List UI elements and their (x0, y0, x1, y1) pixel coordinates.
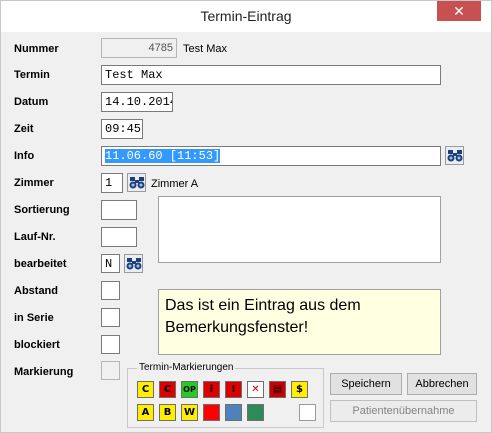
bearbeitet-search-button[interactable] (124, 254, 143, 273)
termin-input[interactable]: Test Max (101, 65, 441, 85)
zeit-input[interactable]: 09:45 (101, 119, 143, 139)
laufnr-input[interactable] (101, 227, 137, 247)
marking-c-icon[interactable]: C (137, 381, 154, 398)
window-title: Termin-Eintrag (200, 8, 292, 24)
marking-blue-color[interactable] (225, 404, 242, 421)
marking-a-icon[interactable]: A (137, 404, 154, 421)
notes-textarea[interactable] (158, 196, 441, 263)
title-bar: Termin-Eintrag ✕ (1, 1, 491, 32)
cancel-button[interactable]: Abbrechen (407, 373, 477, 395)
info-search-button[interactable] (445, 146, 464, 165)
marking-c-red-icon[interactable]: C (159, 381, 176, 398)
save-button[interactable]: Speichern (330, 373, 402, 395)
info-selected-text: 11.06.60 [11:53] (105, 149, 221, 163)
blockiert-checkbox[interactable] (101, 335, 120, 354)
sortierung-label: Sortierung (14, 204, 70, 216)
marking-box-icon[interactable]: ▤ (269, 381, 286, 398)
marking-w-icon[interactable]: W (181, 404, 198, 421)
in-serie-checkbox[interactable] (101, 308, 120, 327)
marking-op-icon[interactable]: OP (181, 381, 198, 398)
markierung-checkbox[interactable] (101, 361, 120, 380)
marking-green-color[interactable] (247, 404, 264, 421)
datum-input[interactable]: 14.10.2014 (101, 92, 173, 112)
nummer-field: 4785 (101, 38, 177, 58)
binoculars-icon (447, 150, 463, 162)
zimmer-name: Zimmer A (151, 178, 199, 190)
marking-red-color[interactable] (203, 404, 220, 421)
nummer-label: Nummer (14, 43, 59, 55)
blockiert-label: blockiert (14, 339, 60, 351)
abstand-checkbox[interactable] (101, 281, 120, 300)
markings-group-title: Termin-Markierungen (137, 362, 236, 373)
zimmer-label: Zimmer (14, 177, 54, 189)
sortierung-input[interactable] (101, 200, 137, 220)
binoculars-icon (126, 258, 142, 270)
patient-transfer-button[interactable]: Patientenübernahme (330, 400, 477, 422)
marking-b-icon[interactable]: B (159, 404, 176, 421)
dialog-window: Termin-Eintrag ✕ Nummer Termin Datum Zei… (0, 0, 492, 433)
bearbeitet-input[interactable]: N (101, 254, 120, 273)
datum-label: Datum (14, 96, 49, 108)
in-serie-label: in Serie (14, 312, 54, 324)
remark-box: Das ist ein Eintrag aus dem Bemerkungsfe… (158, 289, 441, 355)
zimmer-search-button[interactable] (127, 173, 146, 192)
info-input[interactable]: 11.06.60 [11:53] (101, 146, 441, 166)
zeit-label: Zeit (14, 123, 34, 135)
bearbeitet-label: bearbeitet (14, 258, 67, 270)
nummer-patient-name: Test Max (183, 43, 228, 55)
marking-cross-icon[interactable]: ✕ (247, 381, 264, 398)
marking-info-icon[interactable]: i (203, 381, 220, 398)
close-button[interactable]: ✕ (437, 1, 481, 21)
laufnr-label: Lauf-Nr. (14, 231, 56, 243)
zimmer-input[interactable]: 1 (101, 173, 123, 193)
info-label: Info (14, 150, 35, 162)
marking-exclamation-icon[interactable]: ! (225, 381, 242, 398)
abstand-label: Abstand (14, 285, 58, 297)
termin-label: Termin (14, 69, 50, 81)
binoculars-icon (129, 177, 145, 189)
markierung-label: Markierung (14, 366, 74, 378)
marking-dollar-icon[interactable]: $ (291, 381, 308, 398)
marking-empty-slot[interactable] (299, 404, 316, 421)
